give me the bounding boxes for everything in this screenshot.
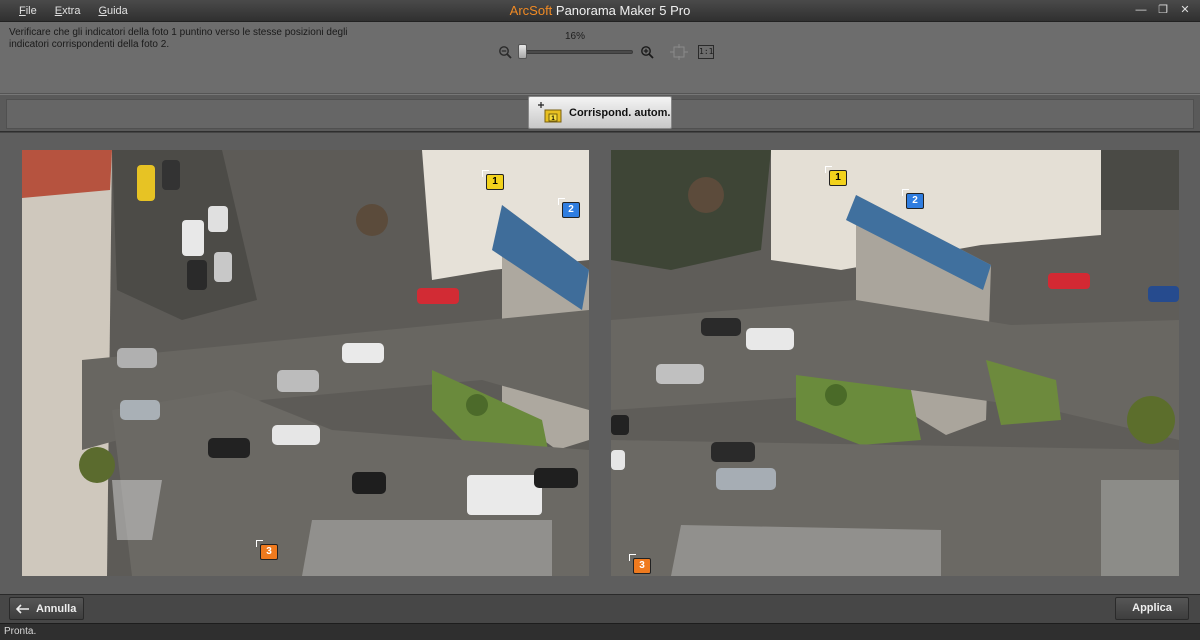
cancel-button-label: Annulla [36,602,77,615]
photo-1-image [22,150,589,576]
instruction-text: Verificare che gli indicatori della foto… [9,27,348,50]
actual-size-icon[interactable]: 1:1 [698,45,714,59]
minimize-icon[interactable]: — [1132,3,1150,18]
auto-match-icon: 1 [538,101,562,122]
photo-1[interactable]: 1 2 3 [22,150,589,576]
apply-button[interactable]: Applica [1115,597,1189,620]
status-bar: Pronta. [0,623,1200,640]
match-marker-1[interactable]: 1 [482,170,504,190]
zoom-slider-thumb[interactable] [518,44,527,59]
zoom-slider-track[interactable] [518,50,633,54]
zoom-in-icon[interactable] [640,45,654,59]
instruction-panel: Verificare che gli indicatori della foto… [0,22,1200,94]
cancel-button[interactable]: Annulla [9,597,84,620]
match-marker-3[interactable]: 3 [629,554,651,574]
match-marker-2[interactable]: 2 [902,189,924,209]
window-controls: — ❐ ✕ [1132,3,1194,18]
app-title: ArcSoft Panorama Maker 5 Pro [0,3,1200,18]
close-icon[interactable]: ✕ [1176,3,1194,18]
app-brand: ArcSoft [509,3,553,18]
action-bar [0,594,1200,623]
photo-2[interactable]: 1 2 3 [611,150,1179,576]
match-marker-2[interactable]: 2 [558,198,580,218]
match-marker-3[interactable]: 3 [256,540,278,560]
zoom-out-icon[interactable] [498,45,512,59]
photo-2-image [611,150,1179,576]
auto-match-label: Corrispond. autom. [569,106,671,119]
match-marker-1[interactable]: 1 [825,166,847,186]
fit-to-window-icon[interactable] [670,44,688,60]
zoom-level-label: 16% [564,31,585,42]
restore-icon[interactable]: ❐ [1154,3,1172,18]
app-name: Panorama Maker 5 Pro [552,3,691,18]
status-text: Pronta. [4,626,37,637]
auto-match-button[interactable]: 1 Corrispond. autom. [528,96,672,129]
arrow-left-icon [16,603,29,614]
panorama-maker-window: File Extra Guida ArcSoft Panorama Maker … [0,0,1200,640]
title-bar: File Extra Guida ArcSoft Panorama Maker … [0,0,1200,22]
